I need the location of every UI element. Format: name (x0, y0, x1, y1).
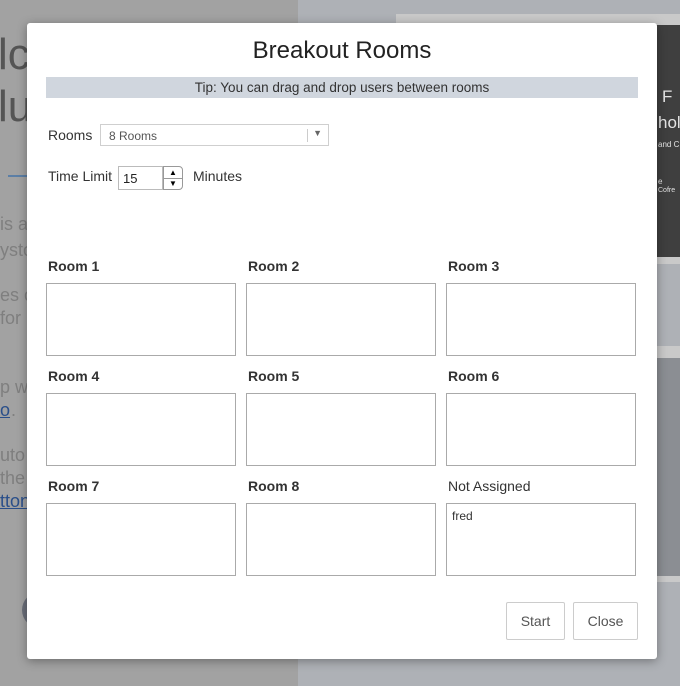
room-drop-zone[interactable] (246, 283, 436, 356)
user-chip[interactable]: fred (452, 509, 473, 523)
bg-text-fragment: is a (0, 214, 29, 234)
room-drop-zone[interactable] (46, 283, 236, 356)
room-drop-zone[interactable] (246, 393, 436, 466)
rooms-count-select[interactable]: 8 Rooms ▼ (100, 124, 329, 146)
bg-text-fragment: p w (0, 377, 29, 397)
bg-link-fragment: tton (0, 491, 31, 511)
room-label: Room 4 (48, 368, 100, 384)
close-button[interactable]: Close (573, 602, 638, 640)
bg-text-fragment: . (11, 400, 17, 420)
start-button[interactable]: Start (506, 602, 565, 640)
dialog-title: Breakout Rooms (252, 37, 432, 64)
bg-link-fragment: o (0, 400, 11, 420)
bg-text-fragment: uto (0, 445, 26, 465)
select-separator (307, 129, 308, 142)
not-assigned-label: Not Assigned (448, 478, 531, 494)
room-drop-zone[interactable] (246, 503, 436, 576)
room-label: Room 8 (248, 478, 300, 494)
bg-heading-fragment: lc (0, 30, 30, 79)
room-drop-zone[interactable] (46, 393, 236, 466)
room-label: Room 6 (448, 368, 500, 384)
room-label: Room 1 (48, 258, 100, 274)
rooms-count-value: 8 Rooms (109, 129, 158, 143)
room-label: Room 3 (448, 258, 500, 274)
tip-banner: Tip: You can drag and drop users between… (46, 77, 638, 98)
bg-text-fragment: the (0, 468, 26, 488)
chevron-down-icon[interactable]: ▼ (313, 128, 322, 138)
time-limit-stepper: ▲ ▼ (163, 166, 183, 190)
time-limit-input[interactable]: 15 (118, 166, 163, 190)
room-label: Room 2 (248, 258, 300, 274)
rooms-label: Rooms (48, 127, 93, 143)
room-drop-zone[interactable] (446, 283, 636, 356)
not-assigned-drop-zone[interactable]: fred (446, 503, 636, 576)
bg-photo (656, 358, 680, 576)
bg-divider (8, 175, 28, 177)
bg-text-fragment: for (0, 308, 22, 328)
room-label: Room 5 (248, 368, 300, 384)
decrement-icon[interactable]: ▼ (164, 178, 182, 189)
bg-dark-panel: F hol and C e Cofre (656, 25, 680, 257)
room-label: Room 7 (48, 478, 100, 494)
breakout-rooms-dialog: Breakout Rooms Tip: You can drag and dro… (27, 23, 657, 659)
time-limit-label: Time Limit (48, 168, 113, 184)
room-drop-zone[interactable] (446, 393, 636, 466)
minutes-label: Minutes (193, 168, 243, 184)
room-drop-zone[interactable] (46, 503, 236, 576)
